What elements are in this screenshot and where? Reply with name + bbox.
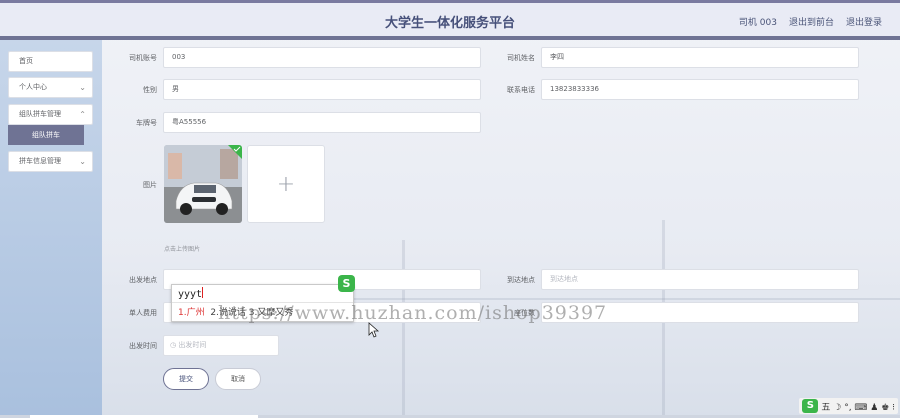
time-label: 出发时间	[129, 342, 157, 350]
arrive-field[interactable]: 到达地点	[541, 269, 859, 290]
sidebar-item-label: 组队拼车管理	[19, 110, 61, 118]
to-front-link[interactable]: 退出到前台	[789, 15, 834, 28]
ime-logo-icon: S	[338, 275, 355, 292]
phone-field[interactable]: 13823833336	[541, 79, 859, 100]
cancel-button[interactable]: 取消	[215, 368, 261, 390]
driver-no-field[interactable]: 003	[163, 47, 481, 68]
ime-tray-glyphs[interactable]: 五 ☽ °, ⌨ ♟ ♚ ⁝	[821, 400, 895, 413]
chevron-down-icon: ⌄	[79, 83, 86, 92]
ime-candidate-window: yyyt 1.广州 2.说说话 3.又摩又秀 S	[171, 275, 355, 322]
header-links: 司机 003 退出到前台 退出登录	[739, 15, 882, 28]
arrive-label: 到达地点	[507, 276, 535, 284]
plate-label: 车牌号	[136, 119, 157, 127]
fee-label: 单人费用	[129, 309, 157, 317]
upload-tip: 点击上传图片	[164, 246, 201, 253]
sidebar-item-team-carpool[interactable]: 组队拼车管理 ⌃	[8, 104, 93, 125]
ime-composition: yyyt	[178, 287, 204, 300]
ime-tray: S 五 ☽ °, ⌨ ♟ ♚ ⁝	[799, 398, 898, 414]
current-user[interactable]: 司机 003	[739, 15, 777, 28]
upload-add-button[interactable]: +	[247, 145, 325, 223]
sidebar-item-label: 首页	[19, 57, 33, 65]
chevron-up-icon: ⌃	[79, 110, 86, 119]
sidebar-subitem-team-carpool[interactable]: 组队拼车	[8, 125, 84, 145]
image-label: 图片	[143, 181, 157, 189]
time-placeholder: 出发时间	[178, 341, 207, 349]
background-decoration	[402, 240, 405, 418]
ime-candidate-1[interactable]: 1.广州	[178, 308, 205, 318]
top-bar: 大学生一体化服务平台 司机 003 退出到前台 退出登录	[0, 0, 900, 40]
phone-label: 联系电话	[507, 86, 535, 94]
submit-button[interactable]: 提交	[163, 368, 209, 390]
sidebar-item-label: 拼车信息管理	[19, 157, 61, 165]
mouse-cursor-icon	[368, 322, 380, 338]
sidebar-item-carpool-info[interactable]: 拼车信息管理 ⌄	[8, 151, 93, 172]
ime-candidate-rest[interactable]: 2.说说话 3.又摩又秀	[210, 308, 293, 318]
time-field[interactable]: ◷ 出发时间	[163, 335, 279, 356]
sidebar-item-label: 个人中心	[19, 83, 47, 91]
logout-link[interactable]: 退出登录	[846, 15, 882, 28]
seats-field[interactable]	[541, 302, 859, 323]
gender-label: 性别	[143, 86, 157, 94]
car-photo	[164, 145, 242, 223]
chevron-down-icon: ⌄	[79, 157, 86, 166]
sidebar-item-profile[interactable]: 个人中心 ⌄	[8, 77, 93, 98]
gender-field[interactable]: 男	[163, 79, 481, 100]
main-form-area: 司机账号 003 司机姓名 李四 性别 男 联系电话 13823833336 车…	[102, 40, 900, 418]
car-image-thumbnail[interactable]	[164, 145, 242, 223]
driver-name-field[interactable]: 李四	[541, 47, 859, 68]
ime-divider	[172, 302, 353, 303]
driver-name-label: 司机姓名	[507, 54, 535, 62]
depart-label: 出发地点	[129, 276, 157, 284]
sidebar: 首页 个人中心 ⌄ 组队拼车管理 ⌃ 组队拼车 拼车信息管理 ⌄	[0, 40, 102, 418]
sogou-logo-icon[interactable]: S	[802, 399, 819, 413]
seats-label: 座位数	[514, 309, 535, 317]
ime-candidates: 1.广州 2.说说话 3.又摩又秀	[178, 305, 293, 318]
sidebar-item-home[interactable]: 首页	[8, 51, 93, 72]
driver-no-label: 司机账号	[129, 54, 157, 62]
plus-icon: +	[276, 171, 296, 197]
plate-field[interactable]: 粤A55556	[163, 112, 481, 133]
